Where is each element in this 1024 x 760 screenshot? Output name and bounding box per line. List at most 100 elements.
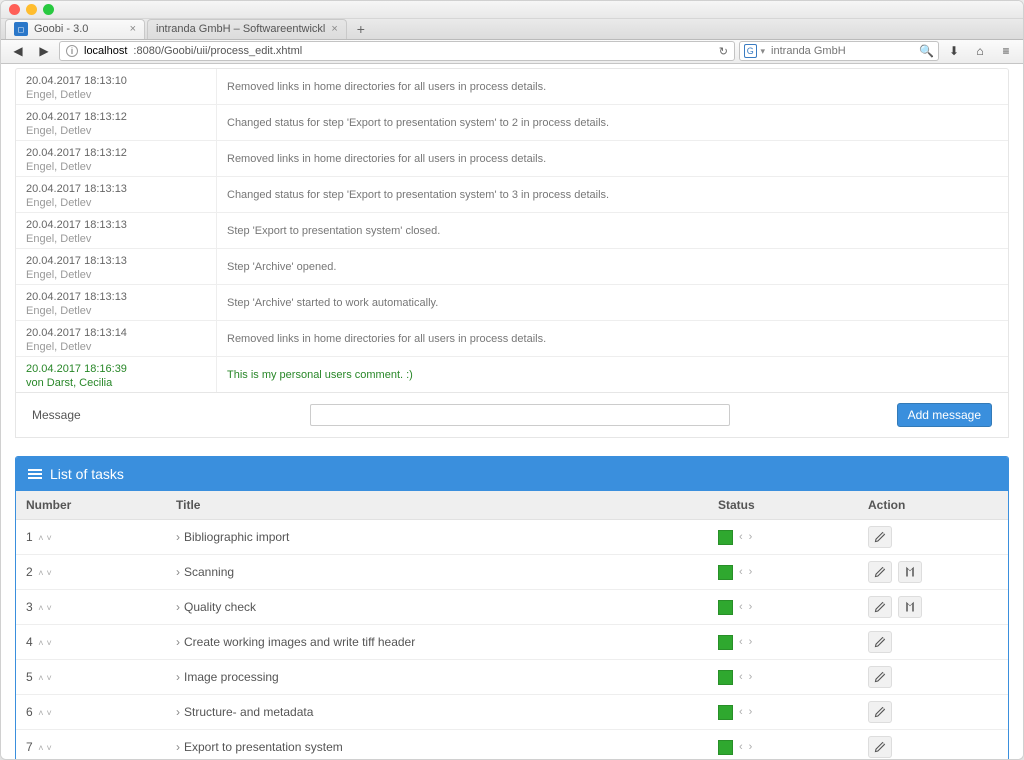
log-row: 20.04.2017 18:13:13Engel, DetlevStep 'Ex… [16, 213, 1008, 249]
log-message: This is my personal users comment. :) [216, 357, 1008, 392]
task-status-cell: ‹› [708, 660, 858, 695]
status-prev-icon[interactable]: ‹ [739, 601, 743, 613]
chevron-right-icon[interactable]: › [176, 705, 180, 719]
sort-down-icon[interactable]: ˅ [46, 708, 50, 718]
log-table: 20.04.2017 18:13:10Engel, DetlevRemoved … [15, 68, 1009, 393]
window-close-icon[interactable] [9, 4, 20, 15]
add-message-button[interactable]: Add message [897, 403, 992, 427]
status-prev-icon[interactable]: ‹ [739, 741, 743, 753]
task-number: 6 ˄˅ [16, 695, 166, 730]
status-prev-icon[interactable]: ‹ [739, 706, 743, 718]
log-user: Engel, Detlev [26, 233, 206, 245]
script-button[interactable] [898, 561, 922, 583]
status-next-icon[interactable]: › [749, 671, 753, 683]
close-icon[interactable]: × [331, 23, 337, 35]
sort-up-icon[interactable]: ˄ [37, 533, 43, 543]
sort-down-icon[interactable]: ˅ [46, 568, 50, 578]
edit-button[interactable] [868, 561, 892, 583]
status-next-icon[interactable]: › [749, 636, 753, 648]
log-row: 20.04.2017 18:16:39von Darst, CeciliaThi… [16, 357, 1008, 392]
log-message: Step 'Archive' started to work automatic… [216, 285, 1008, 320]
edit-button[interactable] [868, 666, 892, 688]
table-row: 7 ˄˅›Export to presentation system‹› [16, 730, 1008, 759]
task-action-cell [858, 590, 1008, 625]
status-prev-icon[interactable]: ‹ [739, 531, 743, 543]
refresh-icon[interactable]: ↻ [719, 45, 728, 58]
window-minimize-icon[interactable] [26, 4, 37, 15]
status-prev-icon[interactable]: ‹ [739, 566, 743, 578]
col-status[interactable]: Status [708, 491, 858, 520]
sort-up-icon[interactable]: ˄ [37, 708, 43, 718]
edit-button[interactable] [868, 701, 892, 723]
search-input[interactable] [769, 44, 915, 58]
status-next-icon[interactable]: › [749, 706, 753, 718]
task-title-cell: › Create working images and write tiff he… [166, 625, 708, 660]
col-action[interactable]: Action [858, 491, 1008, 520]
chevron-right-icon[interactable]: › [176, 635, 180, 649]
sort-down-icon[interactable]: ˅ [46, 638, 50, 648]
home-icon[interactable]: ⌂ [969, 41, 991, 61]
message-input[interactable] [310, 404, 730, 426]
edit-button[interactable] [868, 736, 892, 758]
status-indicator [718, 530, 733, 545]
status-next-icon[interactable]: › [749, 566, 753, 578]
status-next-icon[interactable]: › [749, 601, 753, 613]
script-button[interactable] [898, 596, 922, 618]
task-action-cell [858, 555, 1008, 590]
log-message: Removed links in home directories for al… [216, 321, 1008, 356]
task-status-cell: ‹› [708, 695, 858, 730]
tab-active[interactable]: ◻ Goobi - 3.0 × [5, 19, 145, 39]
log-timestamp: 20.04.2017 18:13:14 [26, 327, 206, 339]
status-next-icon[interactable]: › [749, 741, 753, 753]
nav-forward-button[interactable]: ▶ [33, 41, 55, 61]
chevron-right-icon[interactable]: › [176, 740, 180, 754]
log-row: 20.04.2017 18:13:13Engel, DetlevChanged … [16, 177, 1008, 213]
browser-toolbar: ◀ ▶ i localhost :8080/Goobi/uii/process_… [1, 40, 1023, 65]
col-title[interactable]: Title [166, 491, 708, 520]
log-user: Engel, Detlev [26, 125, 206, 137]
edit-button[interactable] [868, 596, 892, 618]
tab-inactive[interactable]: intranda GmbH – Softwareentwickl × [147, 19, 347, 39]
log-user: Engel, Detlev [26, 161, 206, 173]
sort-up-icon[interactable]: ˄ [37, 638, 43, 648]
status-indicator [718, 740, 733, 755]
tab-label: intranda GmbH – Softwareentwickl [156, 23, 325, 35]
log-timestamp: 20.04.2017 18:13:12 [26, 147, 206, 159]
status-prev-icon[interactable]: ‹ [739, 636, 743, 648]
chevron-right-icon[interactable]: › [176, 565, 180, 579]
sort-up-icon[interactable]: ˄ [37, 743, 43, 753]
task-title: Image processing [184, 670, 279, 684]
window-maximize-icon[interactable] [43, 4, 54, 15]
edit-button[interactable] [868, 631, 892, 653]
status-next-icon[interactable]: › [749, 531, 753, 543]
new-tab-button[interactable]: + [349, 19, 373, 39]
log-row: 20.04.2017 18:13:12Engel, DetlevRemoved … [16, 141, 1008, 177]
task-action-cell [858, 730, 1008, 759]
search-box[interactable]: G ▾ 🔍 [739, 41, 939, 61]
menu-icon[interactable]: ≡ [995, 41, 1017, 61]
sort-up-icon[interactable]: ˄ [37, 568, 43, 578]
sort-down-icon[interactable]: ˅ [46, 743, 50, 753]
chevron-down-icon[interactable]: ▾ [761, 46, 766, 57]
sort-up-icon[interactable]: ˄ [37, 673, 43, 683]
close-icon[interactable]: × [130, 23, 136, 35]
info-icon: i [66, 45, 78, 57]
download-icon[interactable]: ⬇ [943, 41, 965, 61]
edit-button[interactable] [868, 526, 892, 548]
sort-up-icon[interactable]: ˄ [37, 603, 43, 613]
sort-down-icon[interactable]: ˅ [46, 673, 50, 683]
search-icon[interactable]: 🔍 [919, 44, 934, 58]
nav-back-button[interactable]: ◀ [7, 41, 29, 61]
chevron-right-icon[interactable]: › [176, 600, 180, 614]
col-number[interactable]: Number [16, 491, 166, 520]
task-title: Create working images and write tiff hea… [184, 635, 415, 649]
chevron-right-icon[interactable]: › [176, 670, 180, 684]
log-row: 20.04.2017 18:13:10Engel, DetlevRemoved … [16, 69, 1008, 105]
message-bar: Message Add message [15, 393, 1009, 438]
status-prev-icon[interactable]: ‹ [739, 671, 743, 683]
chevron-right-icon[interactable]: › [176, 530, 180, 544]
sort-down-icon[interactable]: ˅ [46, 603, 50, 613]
task-number: 3 ˄˅ [16, 590, 166, 625]
sort-down-icon[interactable]: ˅ [46, 533, 50, 543]
url-bar[interactable]: i localhost :8080/Goobi/uii/process_edit… [59, 41, 735, 61]
